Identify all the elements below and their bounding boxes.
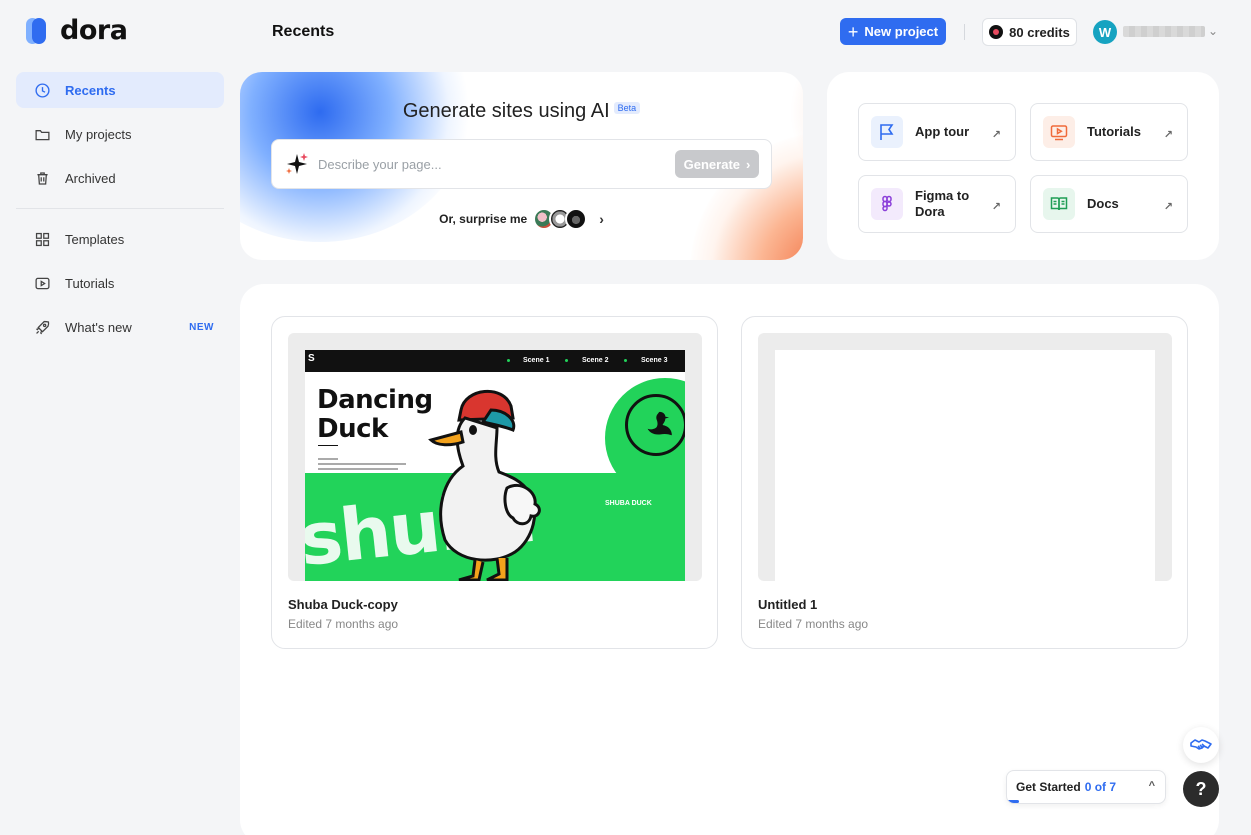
link-label: Tutorials — [1087, 124, 1141, 139]
sidebar-item-my-projects[interactable]: My projects — [16, 116, 224, 152]
dora-logo-icon — [26, 16, 54, 46]
preview-nav: S Scene 1 Scene 2 Scene 3 — [305, 350, 685, 372]
arrow-up-right-icon: ↗ — [1163, 129, 1173, 141]
sidebar-item-recents[interactable]: Recents — [16, 72, 224, 108]
sidebar-item-label: Archived — [65, 170, 116, 186]
chevron-right-icon: › — [746, 156, 751, 172]
link-label: Figma to Dora — [915, 188, 970, 219]
flag-icon — [871, 116, 903, 148]
arrow-up-right-icon: ↗ — [991, 129, 1001, 141]
arrow-up-right-icon: ↗ — [1163, 201, 1173, 213]
grid-icon — [35, 232, 50, 246]
clock-icon — [35, 82, 50, 98]
get-started-label: Get Started — [1016, 780, 1081, 794]
credits-icon — [989, 25, 1004, 39]
dora-logo[interactable]: dora — [26, 15, 128, 46]
generate-title-text: Generate sites using AI — [402, 100, 610, 122]
generate-card: Generate sites using AIBeta Generate › O… — [240, 72, 803, 260]
project-name[interactable]: Untitled 1 — [758, 597, 817, 612]
credits-button[interactable]: 80 credits — [982, 18, 1077, 46]
blank-page-preview — [775, 350, 1155, 581]
trash-icon — [37, 171, 48, 185]
get-started-checklist[interactable]: Get Started 0 of 7 ^ — [1006, 770, 1166, 804]
preview-nav-item: Scene 1 — [523, 357, 550, 364]
project-thumbnail[interactable] — [758, 333, 1172, 581]
header-divider — [964, 24, 965, 40]
link-label: Docs — [1087, 196, 1119, 211]
generate-title: Generate sites using AI Beta — [240, 100, 803, 123]
project-name[interactable]: Shuba Duck-copy — [288, 597, 398, 612]
preview-small-text — [318, 458, 408, 473]
sidebar-item-label: Recents — [65, 82, 116, 98]
duck-silhouette-icon — [625, 394, 685, 456]
quick-links-card: App tour ↗ Tutorials ↗ Figma to Dora ↗ D… — [827, 72, 1219, 260]
surprise-label: Or, surprise me — [439, 212, 528, 226]
beta-badge: Beta — [613, 102, 641, 114]
preview-tagline: SHUBA DUCK — [605, 500, 652, 507]
sparkle-icon — [286, 153, 308, 174]
project-edited-time: Edited 7 months ago — [288, 617, 399, 631]
rocket-icon — [35, 320, 50, 334]
sidebar-item-label: Templates — [65, 231, 125, 247]
project-edited-time: Edited 7 months ago — [758, 617, 869, 631]
chevron-down-icon[interactable]: ⌄ — [1208, 24, 1218, 38]
sidebar-item-archived[interactable]: Archived — [16, 160, 224, 196]
help-button[interactable]: ? — [1183, 771, 1219, 807]
generate-button-label: Generate — [683, 156, 741, 172]
play-icon — [35, 277, 50, 289]
generate-input-box: Generate › — [271, 139, 772, 189]
chevron-up-icon[interactable]: ^ — [1149, 780, 1155, 792]
link-label: App tour — [915, 124, 970, 139]
template-thumbnail — [565, 208, 588, 230]
project-card-shuba-duck[interactable]: S Scene 1 Scene 2 Scene 3 Dancing Duck s… — [271, 316, 718, 649]
projects-panel: S Scene 1 Scene 2 Scene 3 Dancing Duck s… — [240, 284, 1219, 835]
sidebar-item-label: My projects — [65, 126, 132, 142]
get-started-progress-bar — [1007, 800, 1019, 803]
project-thumbnail[interactable]: S Scene 1 Scene 2 Scene 3 Dancing Duck s… — [288, 333, 702, 581]
user-name-redacted[interactable] — [1123, 26, 1205, 37]
video-icon — [1043, 116, 1075, 148]
chevron-right-icon: › — [599, 211, 604, 227]
figma-icon — [871, 188, 903, 220]
arrow-up-right-icon: ↗ — [991, 201, 1001, 213]
avatar[interactable]: W — [1093, 20, 1117, 44]
credits-label: 80 credits — [1009, 24, 1070, 40]
handshake-icon[interactable] — [1183, 727, 1219, 763]
describe-page-input[interactable] — [318, 156, 675, 172]
sidebar-item-label: Tutorials — [65, 275, 115, 291]
figma-to-dora-link[interactable]: Figma to Dora ↗ — [858, 175, 1016, 233]
preview-nav-item: Scene 2 — [582, 357, 609, 364]
preview-nav-item: Scene 3 — [641, 357, 668, 364]
new-project-button[interactable]: + New project — [840, 18, 946, 45]
dancing-duck-preview: S Scene 1 Scene 2 Scene 3 Dancing Duck s… — [305, 350, 685, 581]
app-tour-link[interactable]: App tour ↗ — [858, 103, 1016, 161]
page-title: Recents — [272, 23, 335, 40]
template-thumbnails — [533, 208, 588, 230]
book-icon — [1043, 188, 1075, 220]
logo-text: dora — [60, 15, 128, 46]
sidebar-divider — [16, 208, 224, 209]
folder-icon — [35, 129, 50, 140]
sidebar-item-label: What's new — [65, 319, 132, 335]
sidebar-item-whats-new[interactable]: What's new NEW — [16, 309, 224, 345]
surprise-me-button[interactable]: Or, surprise me › — [240, 208, 803, 230]
project-card-untitled-1[interactable]: Untitled 1 Edited 7 months ago — [741, 316, 1188, 649]
sidebar-item-templates[interactable]: Templates — [16, 221, 224, 257]
generate-button[interactable]: Generate › — [675, 150, 759, 178]
sidebar-item-tutorials[interactable]: Tutorials — [16, 265, 224, 301]
get-started-progress: 0 of 7 — [1084, 780, 1117, 794]
tutorials-link[interactable]: Tutorials ↗ — [1030, 103, 1188, 161]
plus-icon: + — [847, 21, 859, 42]
docs-link[interactable]: Docs ↗ — [1030, 175, 1188, 233]
new-project-label: New project — [864, 24, 939, 39]
duck-illustration-icon — [428, 390, 541, 581]
new-badge: NEW — [189, 321, 214, 333]
